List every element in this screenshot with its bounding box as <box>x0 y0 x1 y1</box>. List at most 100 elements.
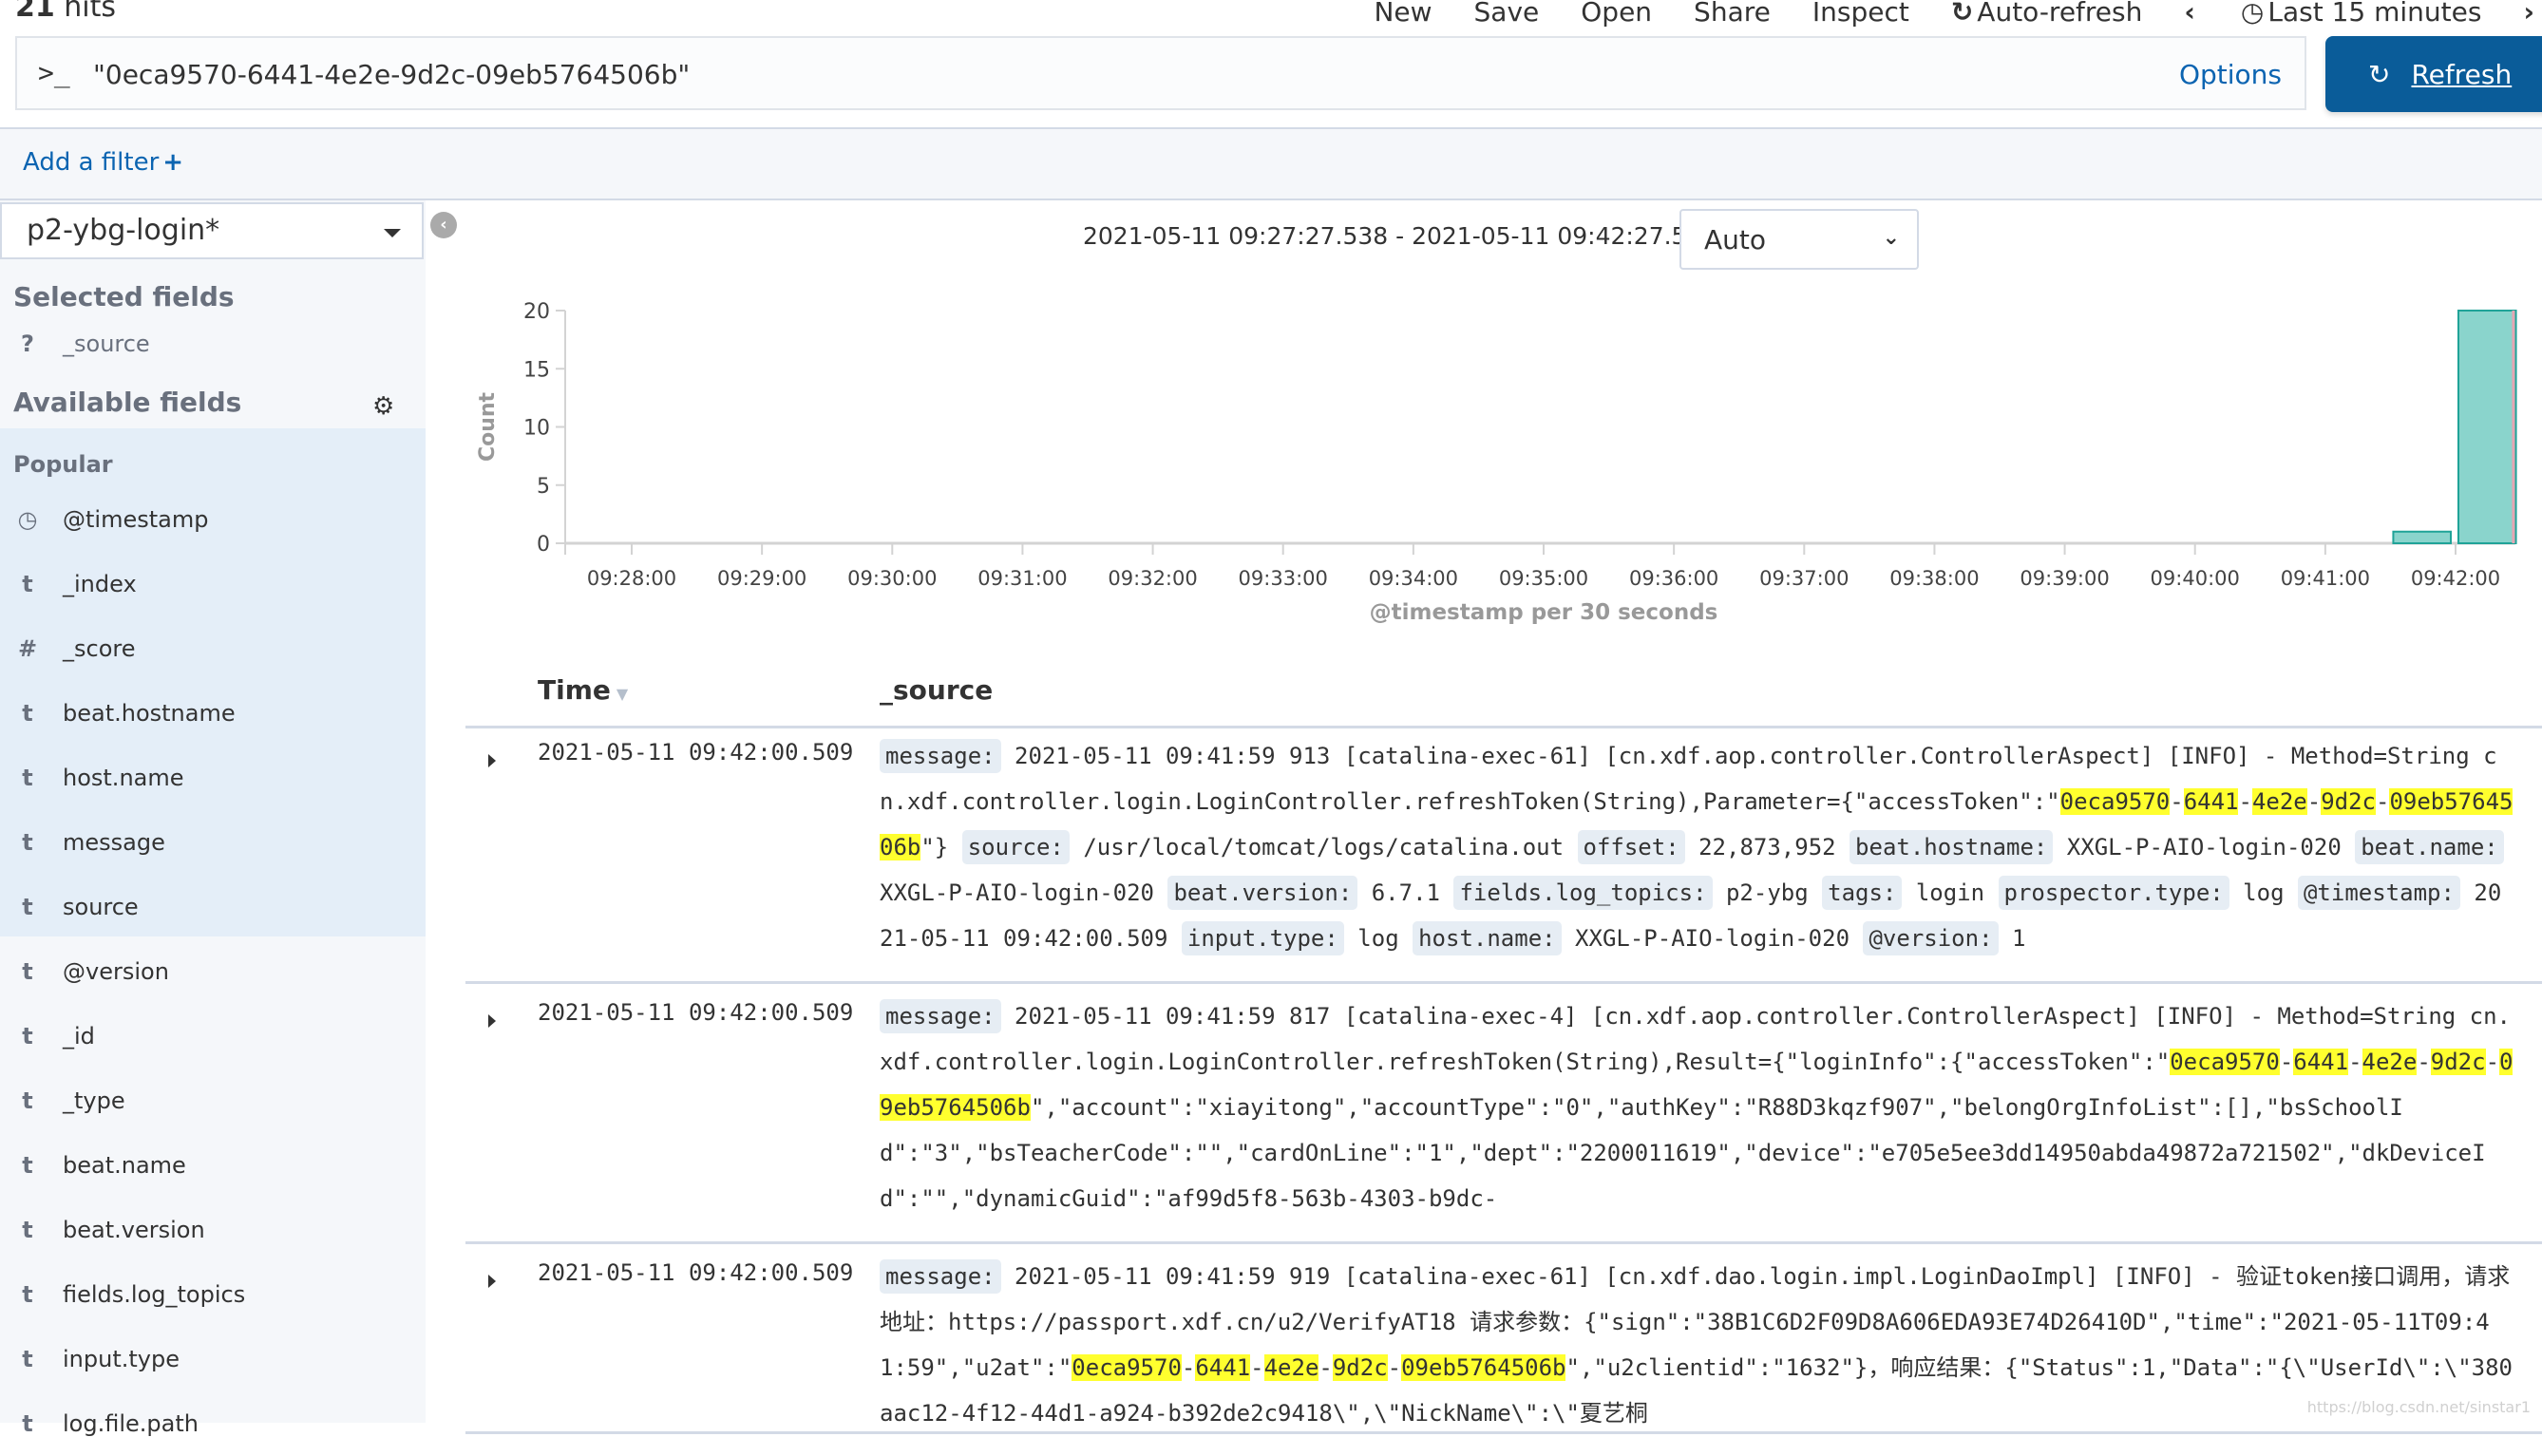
sort-desc-icon[interactable]: ▼ <box>617 685 628 703</box>
string-type-icon: t <box>22 700 33 727</box>
plus-icon: + <box>162 148 184 177</box>
histogram-bar[interactable] <box>2392 530 2453 544</box>
string-type-icon: t <box>22 1346 33 1372</box>
x-tick-label: 09:33:00 <box>1239 567 1328 590</box>
row-time: 2021-05-11 09:42:00.509 <box>538 999 854 1026</box>
inspect-button[interactable]: Inspect <box>1792 0 1930 28</box>
clock-icon: ◷ <box>17 506 38 533</box>
y-tick-label: 10 <box>523 417 550 441</box>
y-tick-label: 15 <box>523 358 550 382</box>
field-name: source <box>63 894 139 920</box>
field-item[interactable]: t _type <box>0 1068 426 1133</box>
add-filter-link[interactable]: Add a filter + <box>23 148 183 177</box>
field-name: log.file.path <box>63 1410 199 1437</box>
field-name: _index <box>63 571 137 597</box>
index-pattern-select[interactable]: p2-ybg-login* <box>0 202 424 259</box>
x-tick-label: 09:40:00 <box>2151 567 2240 590</box>
field-item[interactable]: t log.file.path <box>0 1391 426 1456</box>
field-item[interactable]: t _index <box>0 552 426 616</box>
field-name: fields.log_topics <box>63 1281 246 1308</box>
field-name: @version <box>63 958 169 985</box>
interval-value: Auto <box>1704 224 1767 255</box>
field-name: host.name <box>63 765 184 791</box>
expand-row-icon[interactable] <box>488 754 496 767</box>
string-type-icon: t <box>22 1281 33 1308</box>
time-picker-button[interactable]: ◷ Last 15 minutes <box>2220 0 2503 28</box>
field-name: beat.name <box>63 1152 186 1179</box>
interval-select[interactable]: Auto ⌄ <box>1679 209 1919 270</box>
x-tick-label: 09:38:00 <box>1889 567 1979 590</box>
field-item[interactable]: t beat.version <box>0 1198 426 1262</box>
field-item[interactable]: t beat.name <box>0 1133 426 1198</box>
x-tick-label: 09:39:00 <box>2020 567 2109 590</box>
inspect-label: Inspect <box>1812 0 1909 28</box>
field-sidebar: p2-ybg-login* Selected fields ? _source … <box>0 200 426 1437</box>
string-type-icon: t <box>22 1410 33 1437</box>
column-header-source: _source <box>880 674 994 706</box>
auto-refresh-label: Auto-refresh <box>1977 0 2143 28</box>
auto-refresh-button[interactable]: ↻ Auto-refresh <box>1930 0 2164 28</box>
options-link[interactable]: Options <box>2179 59 2282 90</box>
string-type-icon: t <box>22 1023 33 1049</box>
field-name: _score <box>63 635 136 662</box>
expand-row-icon[interactable] <box>488 1014 496 1028</box>
x-tick-label: 09:42:00 <box>2411 567 2500 590</box>
table-row: 2021-05-11 09:42:00.509 message: 2021-05-… <box>465 724 2542 984</box>
save-label: Save <box>1473 0 1540 28</box>
x-axis-label: @timestamp per 30 seconds <box>1370 600 1718 625</box>
string-type-icon: t <box>22 894 33 920</box>
string-type-icon: t <box>22 958 33 985</box>
refresh-button[interactable]: ↻ Refresh <box>2325 36 2542 112</box>
field-item[interactable]: t host.name <box>0 746 426 810</box>
save-button[interactable]: Save <box>1453 0 1561 28</box>
caret-down-icon <box>384 229 401 237</box>
x-tick-label: 09:35:00 <box>1499 567 1588 590</box>
field-item[interactable]: # _score <box>0 616 426 681</box>
x-tick-label: 09:28:00 <box>587 567 676 590</box>
open-button[interactable]: Open <box>1560 0 1673 28</box>
row-source: message: 2021-05-11 09:41:59 913 [catali… <box>880 733 2514 961</box>
time-forward-button[interactable]: › <box>2502 0 2542 28</box>
string-type-icon: t <box>22 829 33 856</box>
time-back-button[interactable]: ‹ <box>2163 0 2220 28</box>
table-header: Time ▼ _source <box>465 665 2542 728</box>
field-name: beat.hostname <box>63 700 236 727</box>
field-item[interactable]: ? _source <box>0 319 426 369</box>
field-item[interactable]: t input.type <box>0 1327 426 1391</box>
terminal-prompt-icon: >_ <box>38 57 70 88</box>
y-axis-label: Count <box>476 391 500 462</box>
histogram-bar[interactable] <box>2457 310 2517 544</box>
chevron-left-icon: ‹ <box>2184 0 2195 28</box>
string-type-icon: t <box>22 1217 33 1243</box>
histogram-chart[interactable]: 0 5 10 15 20 Count 09:28:00 09:29:00 09:30:00 09:… <box>465 285 2542 636</box>
x-tick-label: 09:37:00 <box>1759 567 1849 590</box>
x-tick-label: 09:29:00 <box>717 567 806 590</box>
field-item[interactable]: t source <box>0 875 426 939</box>
collapse-sidebar-icon[interactable]: ‹ <box>430 212 457 238</box>
column-header-time[interactable]: Time ▼ <box>538 674 628 706</box>
field-item[interactable]: t message <box>0 810 426 875</box>
field-item[interactable]: t beat.hostname <box>0 681 426 746</box>
search-input[interactable] <box>91 49 2090 99</box>
string-type-icon: t <box>22 1087 33 1114</box>
field-item[interactable]: t _id <box>0 1004 426 1068</box>
field-item[interactable]: t fields.log_topics <box>0 1262 426 1327</box>
field-name: _source <box>63 331 150 357</box>
open-label: Open <box>1581 0 1653 28</box>
top-menu: New Save Open Share Inspect ↻ Auto-refres… <box>1353 0 2542 30</box>
refresh-label: Refresh <box>2411 58 2513 90</box>
x-tick-label: 09:41:00 <box>2281 567 2370 590</box>
filter-bar: Add a filter + <box>0 127 2542 200</box>
time-range-text: 2021-05-11 09:27:27.538 - 2021-05-11 09:… <box>1083 222 1749 250</box>
gear-icon[interactable]: ⚙ <box>372 392 394 421</box>
popular-heading: Popular <box>13 451 113 478</box>
new-button[interactable]: New <box>1353 0 1452 28</box>
share-button[interactable]: Share <box>1673 0 1792 28</box>
field-name: _type <box>63 1087 125 1114</box>
field-item[interactable]: ◷ @timestamp <box>0 487 426 552</box>
table-row: 2021-05-11 09:42:00.509 message: 2021-05-… <box>465 984 2542 1244</box>
field-item[interactable]: t @version <box>0 939 426 1004</box>
row-time: 2021-05-11 09:42:00.509 <box>538 739 854 766</box>
field-name: input.type <box>63 1346 180 1372</box>
expand-row-icon[interactable] <box>488 1275 496 1288</box>
